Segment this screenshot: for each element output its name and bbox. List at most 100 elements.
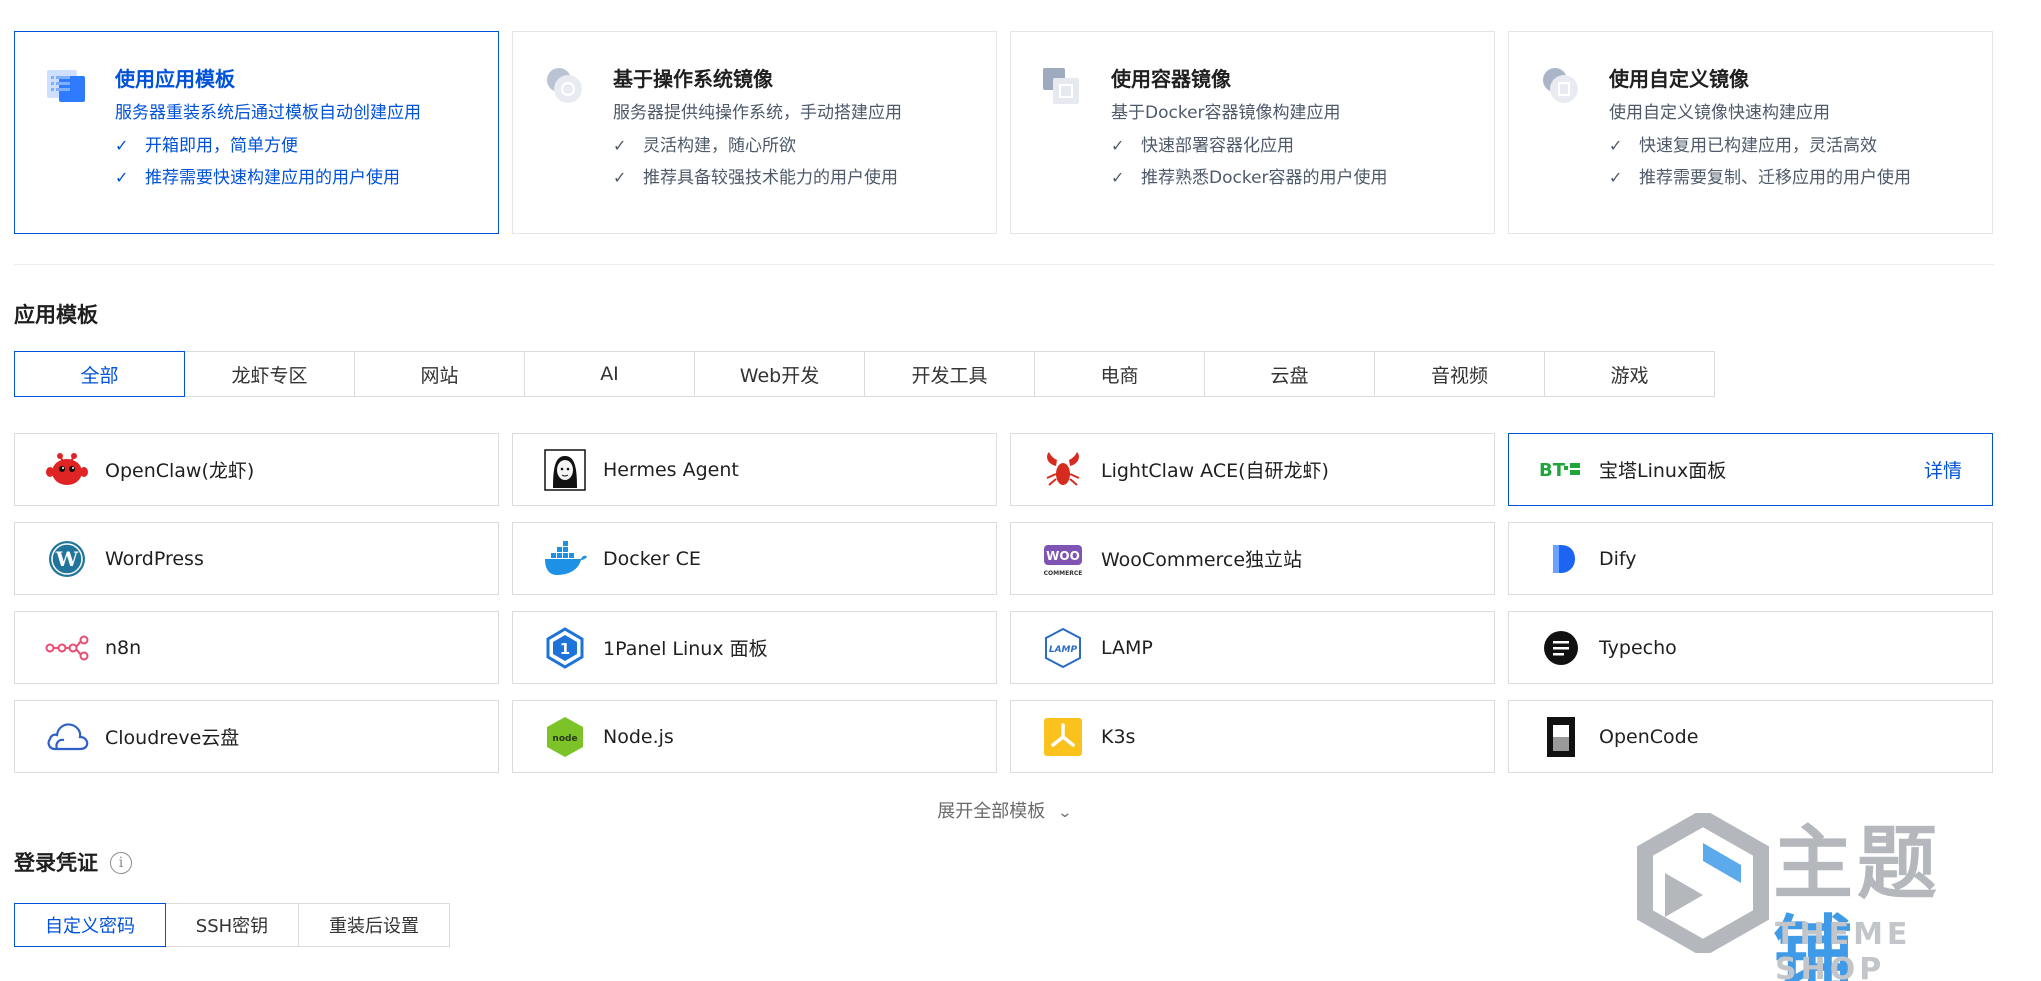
method-feature: ✓ 灵活构建，随心所欲 <box>613 136 796 156</box>
app-templates-title: 应用模板 <box>14 303 98 327</box>
check-icon: ✓ <box>613 136 627 155</box>
method-card-os-image[interactable]: 基于操作系统镜像 服务器提供纯操作系统，手动搭建应用 ✓ 灵活构建，随心所欲 ✓ 推… <box>512 31 997 234</box>
method-feature: ✓ 推荐熟悉Docker容器的用户使用 <box>1111 168 1388 188</box>
template-item-openclaw[interactable]: OpenClaw(龙虾) <box>14 433 499 506</box>
template-name: Dify <box>1599 547 1637 570</box>
tab-custom-password[interactable]: 自定义密码 <box>14 903 166 947</box>
method-feature: ✓ 推荐具备较强技术能力的用户使用 <box>613 168 898 188</box>
check-icon: ✓ <box>1111 136 1125 155</box>
hermes-agent-icon <box>544 448 586 491</box>
template-item-dify[interactable]: Dify <box>1508 522 1993 595</box>
info-icon[interactable]: i <box>110 852 132 874</box>
template-grid: OpenClaw(龙虾) Hermes Agent LightClaw ACE(… <box>14 433 1994 773</box>
tab-dev-tools[interactable]: 开发工具 <box>864 351 1035 397</box>
woocommerce-icon: WOO COMMERCE <box>1044 544 1083 577</box>
wordpress-icon: W <box>49 540 85 577</box>
reinstall-panel: 使用应用模板 服务器重装系统后通过模板自动创建应用 ✓ 开箱即用，简单方便 ✓ 推荐… <box>14 31 1994 947</box>
template-item-1panel[interactable]: 1 1Panel Linux 面板 <box>512 611 997 684</box>
template-item-nodejs[interactable]: node Node.js <box>512 700 997 773</box>
svg-text:COMMERCE: COMMERCE <box>1044 570 1083 577</box>
tab-cloud-drive[interactable]: 云盘 <box>1204 351 1375 397</box>
opencode-icon <box>1547 716 1575 757</box>
watermark-logo <box>1637 813 1769 953</box>
tab-set-after-reinstall[interactable]: 重装后设置 <box>298 903 450 947</box>
template-item-docker-ce[interactable]: Docker CE <box>512 522 997 595</box>
tab-games[interactable]: 游戏 <box>1544 351 1715 397</box>
lightclaw-icon <box>1046 451 1080 486</box>
method-desc: 服务器提供纯操作系统，手动搭建应用 <box>613 103 902 123</box>
svg-text:BT: BT <box>1539 460 1566 481</box>
method-card-app-template[interactable]: 使用应用模板 服务器重装系统后通过模板自动创建应用 ✓ 开箱即用，简单方便 ✓ 推荐… <box>14 31 499 234</box>
theme-shop-watermark: 主题铺 THEME SHOP <box>1633 813 2023 981</box>
method-desc: 服务器重装系统后通过模板自动创建应用 <box>115 103 421 123</box>
template-item-k3s[interactable]: K3s <box>1010 700 1495 773</box>
template-item-lamp[interactable]: LAMP LAMP <box>1010 611 1495 684</box>
login-credential-title: 登录凭证 <box>14 851 98 875</box>
template-item-lightclaw-ace[interactable]: LightClaw ACE(自研龙虾) <box>1010 433 1495 506</box>
chevron-down-icon: ⌄ <box>1057 805 1073 821</box>
tab-all[interactable]: 全部 <box>14 351 185 397</box>
check-icon: ✓ <box>1609 168 1623 187</box>
svg-text:WOO: WOO <box>1046 549 1080 563</box>
method-card-custom-image[interactable]: 使用自定义镜像 使用自定义镜像快速构建应用 ✓ 快速复用已构建应用，灵活高效 ✓ 推… <box>1508 31 1993 234</box>
tab-ssh-key[interactable]: SSH密钥 <box>165 903 299 947</box>
template-name: 宝塔Linux面板 <box>1599 460 1727 482</box>
method-feature: ✓ 快速部署容器化应用 <box>1111 136 1294 156</box>
template-item-opencode[interactable]: OpenCode <box>1508 700 1993 773</box>
template-name: n8n <box>105 636 142 659</box>
template-item-n8n[interactable]: n8n <box>14 611 499 684</box>
tab-ecommerce[interactable]: 电商 <box>1034 351 1205 397</box>
template-name: Node.js <box>603 725 674 748</box>
method-feature: ✓ 开箱即用，简单方便 <box>115 136 298 156</box>
template-item-woocommerce[interactable]: WOO COMMERCE WooCommerce独立站 <box>1010 522 1495 595</box>
k3s-icon <box>1044 717 1082 756</box>
method-title: 使用应用模板 <box>115 67 235 91</box>
tab-audio-video[interactable]: 音视频 <box>1374 351 1545 397</box>
section-divider <box>14 264 1994 265</box>
method-feature: ✓ 推荐需要快速构建应用的用户使用 <box>115 168 400 188</box>
method-title: 使用容器镜像 <box>1111 67 1231 91</box>
nodejs-icon: node <box>547 716 583 757</box>
template-name: K3s <box>1101 725 1136 748</box>
svg-text:LAMP: LAMP <box>1049 645 1078 655</box>
template-name: LightClaw ACE(自研龙虾) <box>1101 460 1329 482</box>
custom-image-icon <box>1543 68 1578 103</box>
docker-icon <box>545 540 587 575</box>
1panel-icon: 1 <box>546 626 584 669</box>
svg-text:1: 1 <box>560 640 570 658</box>
template-category-tabs: 全部 龙虾专区 网站 AI Web开发 开发工具 电商 云盘 音视频 游戏 <box>14 351 1994 397</box>
template-name: OpenCode <box>1599 725 1699 748</box>
template-name: Hermes Agent <box>603 458 739 481</box>
template-item-typecho[interactable]: Typecho <box>1508 611 1993 684</box>
method-desc: 使用自定义镜像快速构建应用 <box>1609 103 1830 123</box>
template-name: Docker CE <box>603 547 701 570</box>
bt-panel-icon: BT <box>1539 460 1580 481</box>
svg-text:node: node <box>552 734 577 744</box>
template-item-wordpress[interactable]: W WordPress <box>14 522 499 595</box>
template-name: OpenClaw(龙虾) <box>105 460 255 482</box>
template-item-bt-panel[interactable]: BT 宝塔Linux面板 详情 <box>1508 433 1993 506</box>
method-title: 使用自定义镜像 <box>1609 67 1749 91</box>
template-name: 1Panel Linux 面板 <box>603 638 768 660</box>
method-card-container-image[interactable]: 使用容器镜像 基于Docker容器镜像构建应用 ✓ 快速部署容器化应用 ✓ 推荐熟悉… <box>1010 31 1495 234</box>
typecho-icon <box>1544 630 1578 665</box>
tab-web-dev[interactable]: Web开发 <box>694 351 865 397</box>
tab-website[interactable]: 网站 <box>354 351 525 397</box>
template-item-hermes-agent[interactable]: Hermes Agent <box>512 433 997 506</box>
template-detail-link[interactable]: 详情 <box>1924 456 1962 483</box>
n8n-icon <box>45 635 89 660</box>
install-method-list: 使用应用模板 服务器重装系统后通过模板自动创建应用 ✓ 开箱即用，简单方便 ✓ 推荐… <box>14 31 1994 234</box>
template-name: WooCommerce独立站 <box>1101 549 1303 571</box>
container-image-icon <box>1043 68 1079 104</box>
template-name: Typecho <box>1599 636 1677 659</box>
check-icon: ✓ <box>1111 168 1125 187</box>
openclaw-icon <box>46 452 88 485</box>
method-feature: ✓ 快速复用已构建应用，灵活高效 <box>1609 136 1877 156</box>
tab-lobster-zone[interactable]: 龙虾专区 <box>184 351 355 397</box>
template-name: Cloudreve云盘 <box>105 727 240 749</box>
template-name: WordPress <box>105 547 204 570</box>
tab-ai[interactable]: AI <box>524 351 695 397</box>
template-item-cloudreve[interactable]: Cloudreve云盘 <box>14 700 499 773</box>
lamp-icon: LAMP <box>1045 627 1081 668</box>
watermark-subtitle: THEME SHOP <box>1775 917 1912 981</box>
